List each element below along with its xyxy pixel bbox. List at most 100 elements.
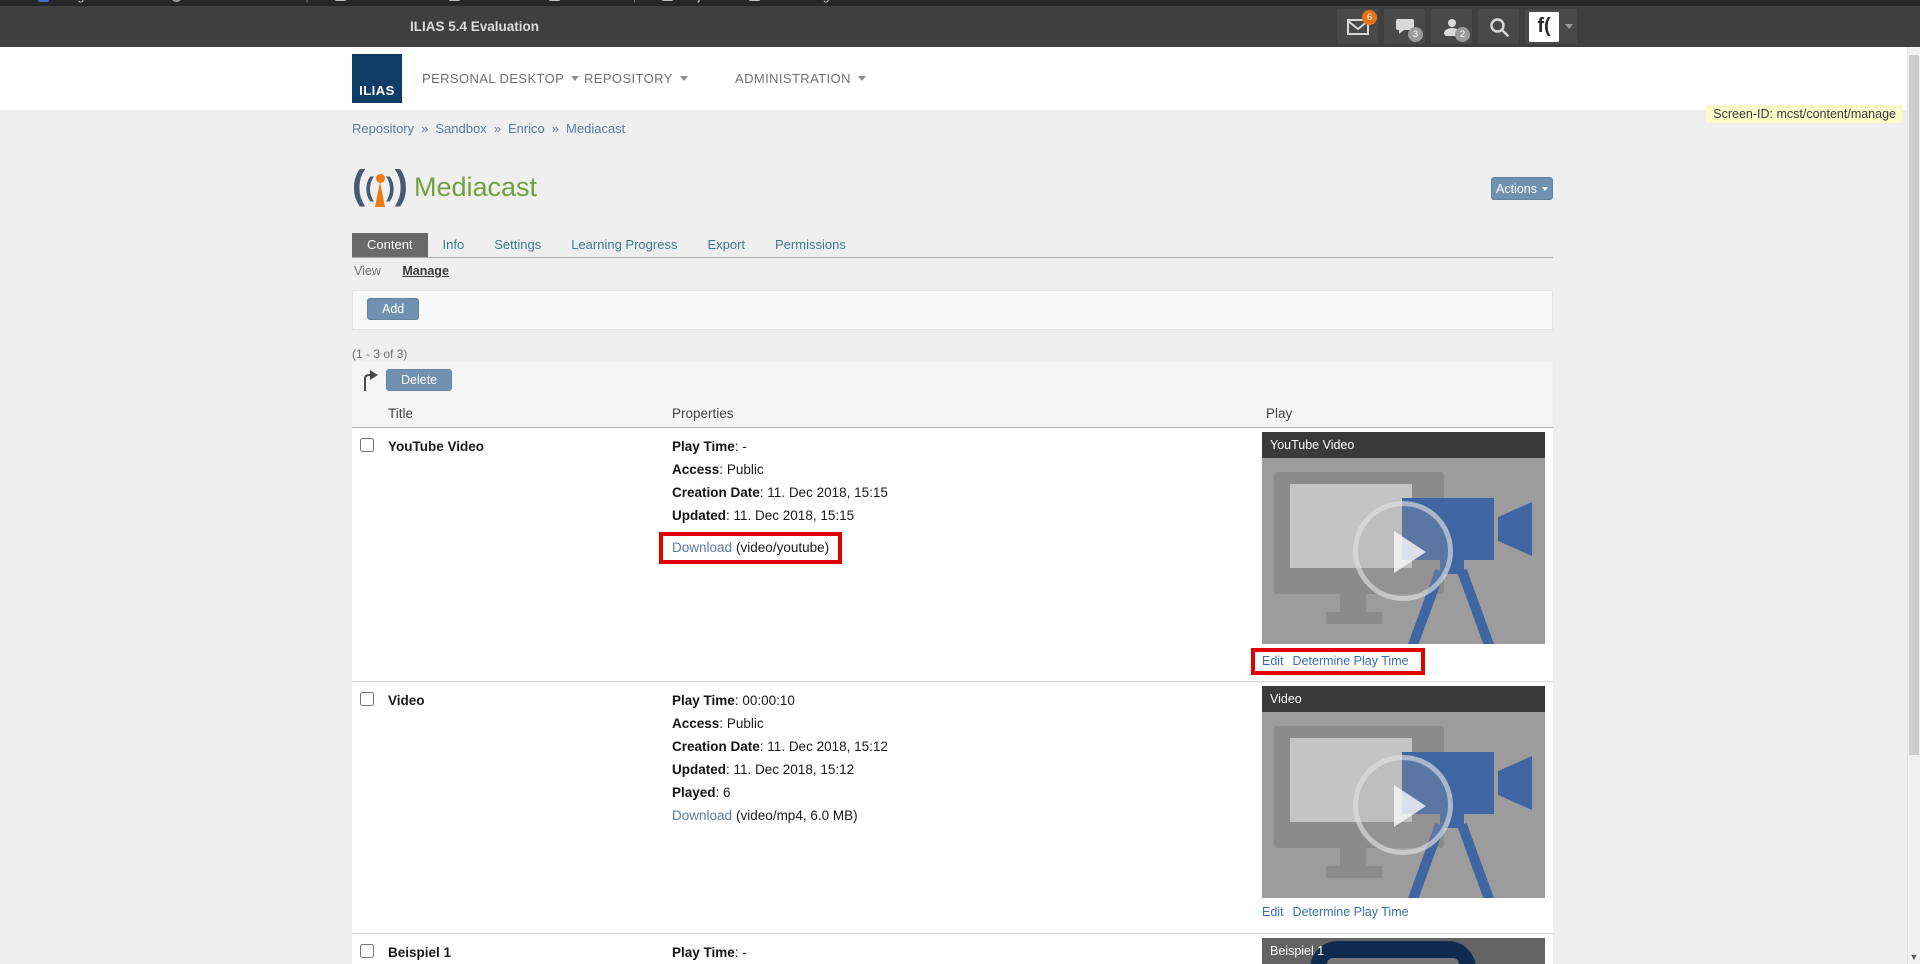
download-mime: (video/youtube) (736, 540, 829, 555)
row-checkbox[interactable] (360, 692, 374, 706)
bookmark-item[interactable]: Projekte (662, 0, 723, 3)
tab-settings[interactable]: Settings (479, 233, 556, 257)
video-thumbnail[interactable] (1262, 458, 1545, 644)
app-title: ILIAS 5.4 Evaluation (410, 6, 539, 47)
main-header: ILIAS PERSONAL DESKTOP REPOSITORY ADMINI… (0, 47, 1920, 110)
breadcrumb-separator: » (494, 121, 501, 136)
search-icon (1489, 17, 1509, 37)
avatar: f( (1529, 12, 1559, 42)
media-title: Video (388, 693, 425, 708)
media-player: YouTube Video Edit Determine Play Time (1262, 432, 1545, 675)
scrollbar-thumb[interactable] (1909, 55, 1919, 755)
mail-badge: 6 (1362, 10, 1377, 25)
tablet-illustration (1310, 941, 1476, 964)
breadcrumb-mediacast[interactable]: Mediacast (566, 121, 625, 136)
bookmark-item[interactable]: Echos GmbH (335, 0, 423, 3)
bookmark-label: www.ilicloud.com (188, 0, 279, 3)
tab-content[interactable]: Content (352, 233, 428, 257)
breadcrumb: Repository»Sandbox»Enrico»Mediacast (352, 121, 625, 136)
annotation-box-download: Download (video/youtube) (659, 532, 842, 564)
actions-button[interactable]: Actions (1491, 177, 1553, 200)
table-command-row: Delete (352, 362, 1553, 400)
edit-link[interactable]: Edit (1262, 654, 1284, 668)
determine-play-time-link[interactable]: Determine Play Time (1293, 905, 1409, 919)
subtab-manage[interactable]: Manage (402, 264, 449, 278)
download-link[interactable]: Download (672, 540, 732, 555)
add-button[interactable]: Add (367, 298, 419, 320)
chevron-down-icon (680, 76, 688, 81)
search-button[interactable] (1478, 9, 1519, 44)
browser-bookmarks-bar: Google Kalender www.ilicloud.com | Echos… (0, 0, 1920, 6)
nav-administration[interactable]: ADMINISTRATION (735, 47, 866, 110)
video-thumbnail[interactable] (1262, 712, 1545, 898)
chevron-down-icon (571, 76, 579, 81)
download-link[interactable]: Download (672, 808, 732, 823)
folder-icon (449, 0, 460, 1)
breadcrumb-repository[interactable]: Repository (352, 121, 414, 136)
row-checkbox[interactable] (360, 438, 374, 452)
bookmark-label: Echos GmbH (352, 0, 423, 3)
media-properties: Play Time: - (672, 945, 747, 964)
tab-learning-progress[interactable]: Learning Progress (556, 233, 692, 257)
chevron-down-icon (858, 76, 866, 81)
tab-permissions[interactable]: Permissions (760, 233, 861, 257)
column-header-properties: Properties (672, 406, 734, 421)
chevron-down-icon (1565, 24, 1573, 29)
media-properties: Play Time: - Access: Public Creation Dat… (672, 439, 888, 554)
bookmark-label: Google Kalender (55, 0, 145, 3)
edit-link[interactable]: Edit (1262, 905, 1284, 919)
player-title-bar: Video (1262, 686, 1545, 712)
mediacast-broadcast-icon: (( )) (352, 165, 408, 211)
video-thumbnail[interactable]: Beispiel 1 (1262, 938, 1545, 964)
play-button-icon[interactable] (1353, 755, 1453, 855)
chevron-down-icon (1542, 187, 1548, 191)
table-row: Beispiel 1 Play Time: - Beispiel 1 (352, 934, 1553, 964)
screen-id-badge: Screen-ID: mcst/content/manage (1706, 105, 1903, 123)
nav-personal-desktop[interactable]: PERSONAL DESKTOP (422, 47, 579, 110)
subtab-view[interactable]: View (354, 264, 381, 278)
player-title-bar: YouTube Video (1262, 432, 1545, 458)
delete-button[interactable]: Delete (386, 369, 452, 391)
breadcrumb-sandbox[interactable]: Sandbox (435, 121, 486, 136)
bookmark-item[interactable]: Google Kalender (38, 0, 145, 3)
bookmark-item[interactable]: ILIAS ENT (449, 0, 523, 3)
tab-bar: Content Info Settings Learning Progress … (352, 233, 861, 257)
bookmark-label: Kunden (566, 0, 607, 3)
tab-info[interactable]: Info (428, 233, 480, 257)
chat-badge: 3 (1408, 27, 1423, 42)
column-header-title[interactable]: Title (388, 406, 413, 421)
determine-play-time-link[interactable]: Determine Play Time (1293, 654, 1409, 668)
page-title: Mediacast (414, 172, 537, 203)
bookmark-item[interactable]: www.ilicloud.com (171, 0, 279, 3)
mail-button[interactable]: 6 (1337, 9, 1378, 44)
table-row: YouTube Video Play Time: - Access: Publi… (352, 428, 1553, 682)
breadcrumb-enrico[interactable]: Enrico (508, 121, 545, 136)
calendar-favicon-icon (38, 0, 49, 2)
column-header-play: Play (1266, 406, 1292, 421)
ilias-logo[interactable]: ILIAS (352, 54, 402, 103)
scrollbar[interactable]: ▼ (1907, 47, 1920, 964)
nav-repository[interactable]: REPOSITORY (584, 47, 688, 110)
contacts-button[interactable]: 2 (1431, 9, 1472, 44)
subtab-bar: View Manage (354, 264, 467, 278)
table-row: Video Play Time: 00:00:10 Access: Public… (352, 682, 1553, 934)
bookmark-item[interactable]: Anwendungen (749, 0, 843, 3)
toolbar: Add (352, 290, 1553, 330)
breadcrumb-separator: » (421, 121, 428, 136)
play-button-icon[interactable] (1353, 501, 1453, 601)
row-checkbox[interactable] (360, 944, 374, 958)
chat-button[interactable]: 3 (1384, 9, 1425, 44)
bookmark-label: ILIAS ENT (466, 0, 523, 3)
bookmark-item[interactable]: Kunden (549, 0, 607, 3)
tab-export[interactable]: Export (692, 233, 760, 257)
result-count: (1 - 3 of 3) (352, 347, 407, 361)
folder-icon (549, 0, 560, 1)
media-title: Beispiel 1 (388, 945, 451, 960)
screen: Google Kalender www.ilicloud.com | Echos… (0, 0, 1920, 964)
select-all-arrow-icon[interactable] (360, 370, 380, 392)
folder-icon (662, 0, 673, 1)
media-player: Video Edit Determine Play Time (1262, 686, 1545, 919)
scrollbar-down-arrow-icon[interactable]: ▼ (1908, 952, 1920, 962)
user-menu-button[interactable]: f( (1525, 9, 1577, 44)
bookmark-label: Anwendungen (766, 0, 843, 3)
